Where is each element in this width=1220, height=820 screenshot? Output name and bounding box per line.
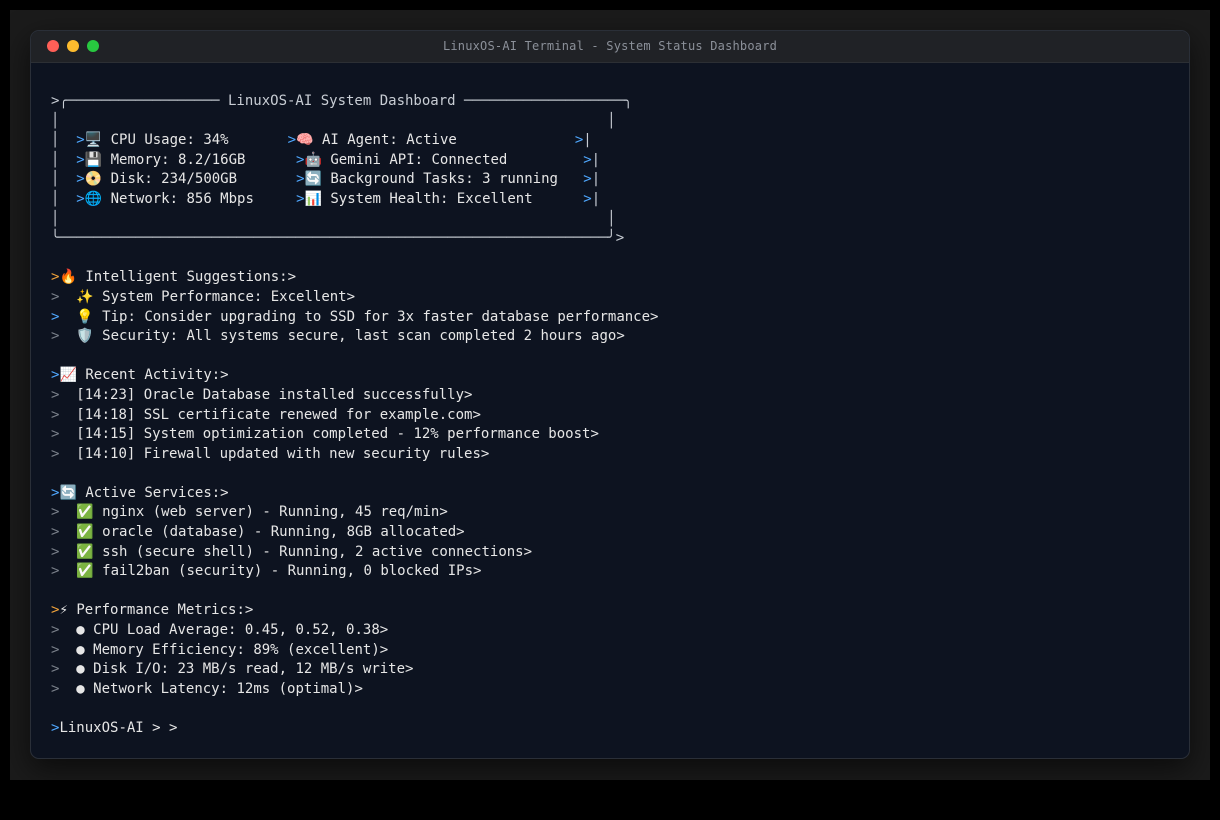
lightbulb-icon: 💡	[76, 308, 94, 325]
dashboard-bottom-border: ╰───────────────────────────────────────…	[51, 230, 625, 247]
dashboard-row: │ >📀 Disk: 234/500GB >🔄 Background Tasks…	[51, 171, 601, 188]
dashboard-metric: AI Agent: Active	[321, 132, 457, 149]
dashboard-top-border: >╭────────────────── LinuxOS-AI System D…	[51, 93, 633, 109]
list-item: > [14:15] System optimization completed …	[51, 426, 599, 443]
window-title: LinuxOS-AI Terminal - System Status Dash…	[442, 39, 778, 53]
dashboard-row: │ >🌐 Network: 856 Mbps >📊 System Health:…	[51, 190, 601, 207]
dashboard-metric: Background Tasks: 3 running	[330, 171, 558, 188]
bar-chart-icon: 📊	[304, 190, 322, 207]
list-item: > ● Memory Efficiency: 89% (excellent)>	[51, 641, 389, 658]
terminal-window[interactable]: LinuxOS-AI Terminal - System Status Dash…	[30, 30, 1190, 759]
list-item: > ● Disk I/O: 23 MB/s read, 12 MB/s writ…	[51, 661, 414, 678]
dashboard-metric: Network: 856 Mbps	[110, 190, 254, 207]
section-header-suggestions: >🔥 Intelligent Suggestions:>	[51, 269, 297, 286]
dashboard-blank-line: │ │	[51, 210, 616, 227]
dashboard-blank-line: │ │	[51, 112, 616, 129]
list-item: > ● CPU Load Average: 0.45, 0.52, 0.38>	[51, 622, 389, 639]
dashboard-metric: CPU Usage: 34%	[102, 132, 229, 149]
globe-icon: 🌐	[84, 190, 103, 207]
list-item: > ✨ System Performance: Excellent>	[51, 288, 356, 305]
bullet-icon: ●	[76, 680, 85, 697]
list-item: > [14:10] Firewall updated with new secu…	[51, 445, 490, 462]
command-prompt[interactable]: >LinuxOS-AI > >	[51, 719, 1189, 739]
fire-icon: 🔥	[59, 269, 77, 286]
robot-icon: 🤖	[304, 151, 322, 168]
bullet-icon: ●	[76, 661, 85, 678]
terminal-output[interactable]: >╭────────────────── LinuxOS-AI System D…	[51, 92, 1189, 739]
dashboard-row: │ >💾 Memory: 8.2/16GB >🤖 Gemini API: Con…	[51, 151, 601, 168]
check-mark-icon: ✅	[76, 563, 94, 580]
section-header-activity: >📈 Recent Activity:>	[51, 367, 229, 384]
list-item: > ✅ fail2ban (security) - Running, 0 blo…	[51, 563, 482, 580]
shield-icon: 🛡️	[76, 328, 94, 345]
brain-icon: 🧠	[296, 132, 314, 149]
dashboard-metric: Disk: 234/500GB	[110, 171, 238, 188]
refresh-icon: 🔄	[304, 171, 322, 188]
dvd-icon: 📀	[84, 171, 103, 188]
list-item: > ● Network Latency: 12ms (optimal)>	[51, 680, 363, 697]
dashboard-metric: Memory: 8.2/16GB	[110, 151, 246, 168]
dashboard-metric: System Health: Excellent	[330, 190, 533, 207]
bullet-icon: ●	[76, 622, 85, 639]
check-mark-icon: ✅	[76, 504, 94, 521]
list-item: > ✅ oracle (database) - Running, 8GB all…	[51, 524, 465, 541]
title-bar[interactable]: LinuxOS-AI Terminal - System Status Dash…	[31, 31, 1189, 63]
dashboard-metric: Gemini API: Connected	[330, 151, 508, 168]
floppy-disk-icon: 💾	[84, 151, 103, 168]
sparkles-icon: ✨	[76, 288, 94, 305]
lightning-icon: ⚡	[59, 602, 68, 619]
list-item: > [14:18] SSL certificate renewed for ex…	[51, 406, 481, 423]
prompt-text: LinuxOS-AI > >	[59, 720, 178, 736]
refresh-icon: 🔄	[59, 484, 77, 501]
check-mark-icon: ✅	[76, 543, 94, 560]
section-header-services: >🔄 Active Services:>	[51, 484, 229, 501]
list-item: > [14:23] Oracle Database installed succ…	[51, 386, 473, 403]
list-item: > ✅ ssh (secure shell) - Running, 2 acti…	[51, 543, 533, 560]
list-item: > 🛡️ Security: All systems secure, last …	[51, 328, 625, 345]
section-header-metrics: >⚡ Performance Metrics:>	[51, 602, 254, 619]
list-item: > 💡 Tip: Consider upgrading to SSD for 3…	[51, 308, 659, 325]
check-mark-icon: ✅	[76, 524, 94, 541]
monitor-icon: 🖥️	[84, 132, 103, 149]
list-item: > ✅ nginx (web server) - Running, 45 req…	[51, 504, 448, 521]
chart-increasing-icon: 📈	[59, 367, 77, 384]
dashboard-row: │ >🖥️ CPU Usage: 34% >🧠 AI Agent: Active…	[51, 132, 592, 149]
bullet-icon: ●	[76, 641, 85, 658]
